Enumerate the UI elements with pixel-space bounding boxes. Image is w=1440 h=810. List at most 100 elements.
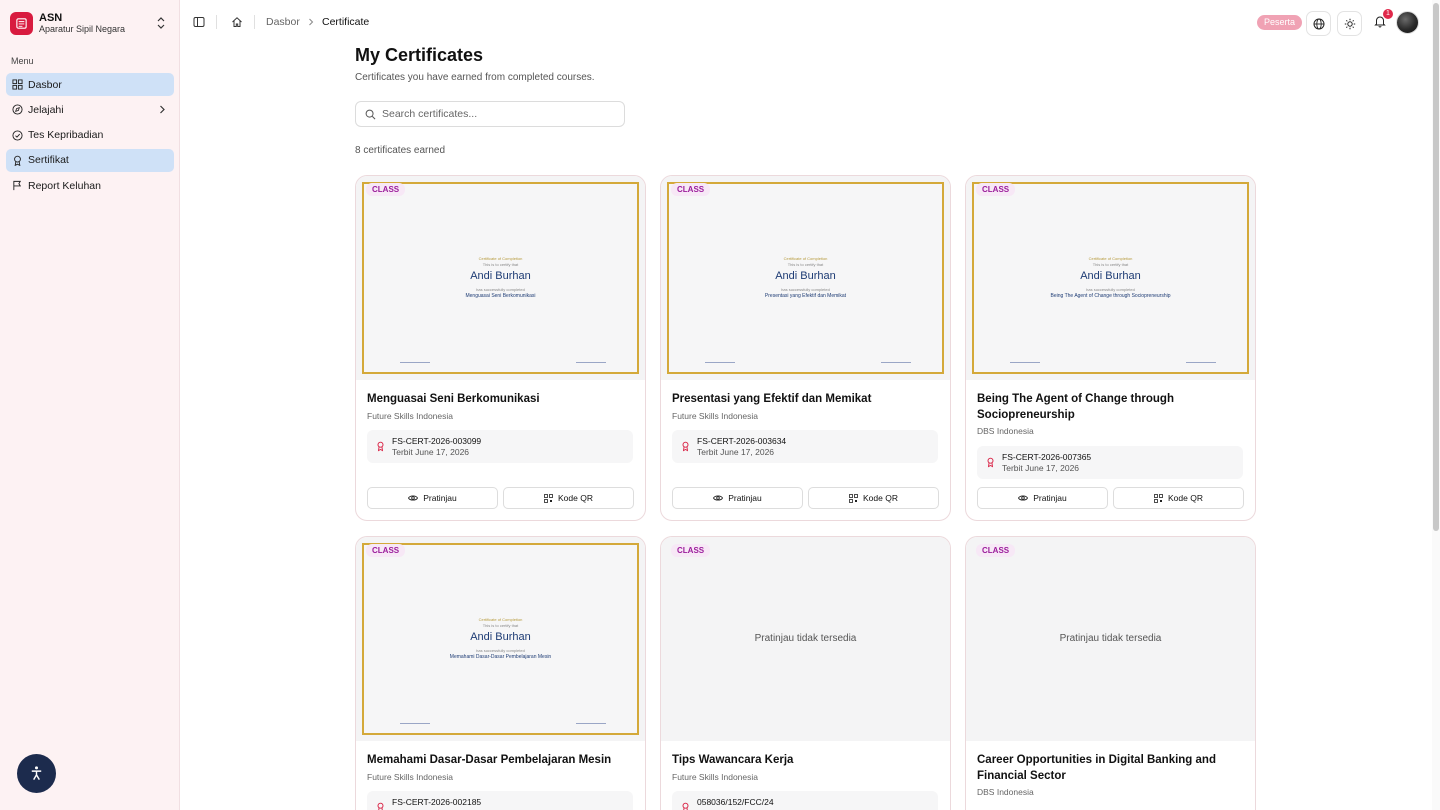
cert-course: Memahami Dasar-Dasar Pembelajaran Mesin [449,654,552,660]
search-box[interactable] [355,101,625,127]
brand-logo-icon [10,11,33,35]
sidebar: ASN Aparatur Sipil Negara Menu Dasbor Je… [0,0,180,810]
chevron-right-icon [160,105,165,114]
sidebar-item-tes-kepribadian[interactable]: Tes Kepribadian [6,124,174,147]
scrollbar-thumb[interactable] [1433,3,1439,531]
award-icon [377,802,384,810]
certificate-meta: FS-CERT-2026-002185 [367,791,633,810]
card-org: Future Skills Indonesia [367,410,453,421]
certificate-id: 058036/152/FCC/24 [697,797,774,807]
award-icon [682,802,689,810]
certificate-card: Certificate of Completion This is to cer… [355,536,646,810]
card-title: Career Opportunities in Digital Banking … [977,754,1216,782]
certificate-frame: Certificate of Completion This is to cer… [972,182,1249,374]
cert-course: Menguasai Seni Berkomunikasi [465,293,536,299]
home-icon[interactable] [231,16,243,28]
qr-code-button[interactable]: Kode QR [1113,487,1244,509]
certificate-preview[interactable]: Certificate of Completion This is to cer… [356,176,645,380]
sidebar-item-dasbor[interactable]: Dasbor [6,73,174,96]
certificate-frame: Certificate of Completion This is to cer… [667,182,944,374]
card-org: Future Skills Indonesia [672,410,758,421]
certificate-frame: Certificate of Completion This is to cer… [362,543,639,735]
accessibility-button[interactable] [17,754,56,793]
check-circle-icon [12,130,23,141]
sidebar-item-jelajahi[interactable]: Jelajahi [6,98,174,121]
card-title: Tips Wawancara Kerja [672,754,794,766]
certificate-card: Certificate of Completion This is to cer… [355,175,646,521]
certificate-issued: Terbit June 17, 2026 [392,447,470,457]
chevron-right-icon [309,18,314,26]
theme-toggle-button[interactable] [1337,11,1362,36]
eye-icon [1018,495,1029,501]
search-input[interactable] [382,108,602,120]
certificate-card: Pratinjau tidak tersedia CLASS Tips Wawa… [660,536,951,810]
certificate-issued: Terbit June 17, 2026 [1002,463,1080,473]
avatar[interactable] [1396,11,1419,34]
class-badge: CLASS [976,544,1016,557]
brand-title: ASN [39,11,63,24]
certificate-preview[interactable]: Certificate of Completion This is to cer… [356,537,645,741]
breadcrumb-home[interactable]: Dasbor [266,16,300,28]
certificate-count: 8 certificates earned [355,145,446,156]
certificate-card: Certificate of Completion This is to cer… [965,175,1256,521]
card-title: Presentasi yang Efektif dan Memikat [672,393,872,405]
award-icon [14,155,21,166]
certificate-meta: FS-CERT-2026-007365 Terbit June 17, 2026 [977,446,1243,479]
preview-button[interactable]: Pratinjau [672,487,803,509]
sidebar-nav: Dasbor Jelajahi Tes Kepribadian Sertifik… [6,73,174,199]
preview-button-label: Pratinjau [728,493,762,503]
card-org: Future Skills Indonesia [672,771,758,782]
award-icon [682,441,689,452]
flag-icon [13,181,22,191]
certificate-meta: 058036/152/FCC/24 [672,791,938,810]
divider [254,15,255,29]
certificate-id: FS-CERT-2026-003099 [392,436,482,446]
certificate-frame: Certificate of Completion This is to cer… [362,182,639,374]
cert-completed: has successfully completed [781,287,830,292]
certificate-preview: Pratinjau tidak tersedia CLASS [661,537,950,741]
class-badge: CLASS [366,183,406,196]
preview-button[interactable]: Pratinjau [367,487,498,509]
language-button[interactable] [1306,11,1331,36]
certificate-meta: FS-CERT-2026-003634 Terbit June 17, 2026 [672,430,938,463]
cert-course: Presentasi yang Efektif dan Memikat [764,293,847,299]
sidebar-item-report-keluhan[interactable]: Report Keluhan [6,174,174,197]
certificate-id: FS-CERT-2026-003634 [697,436,787,446]
card-org: DBS Indonesia [977,426,1034,436]
certificate-id: FS-CERT-2026-007365 [1002,452,1092,462]
qr-code-button[interactable]: Kode QR [808,487,939,509]
cert-recipient: Andi Burhan [470,270,531,282]
certificate-preview[interactable]: Certificate of Completion This is to cer… [661,176,950,380]
page-subtitle: Certificates you have earned from comple… [355,72,595,83]
class-badge: CLASS [366,544,406,557]
qr-button-label: Kode QR [1168,493,1203,503]
brand-switcher[interactable]: ASN Aparatur Sipil Negara [10,10,170,36]
qr-code-icon [849,493,858,503]
certificate-preview[interactable]: Certificate of Completion This is to cer… [966,176,1255,380]
notification-count: 1 [1383,9,1393,19]
certificate-issued: Terbit June 17, 2026 [697,447,775,457]
page-title: My Certificates [355,45,484,65]
sidebar-item-sertifikat[interactable]: Sertifikat [6,148,174,172]
globe-icon [1313,18,1324,29]
certificate-card: Pratinjau tidak tersedia CLASS Career Op… [965,536,1256,810]
cert-presented: This is to certify that [1092,262,1129,267]
accessibility-icon [31,766,42,781]
preview-button[interactable]: Pratinjau [977,487,1108,509]
cert-presented: This is to certify that [787,262,824,267]
no-preview-text: Pratinjau tidak tersedia [754,633,857,644]
cert-completed: has successfully completed [1086,287,1135,292]
sidebar-item-label: Jelajahi [28,103,64,116]
breadcrumb-current: Certificate [322,16,370,28]
certificate-preview: Pratinjau tidak tersedia CLASS [966,537,1255,741]
qr-code-button[interactable]: Kode QR [503,487,634,509]
certificate-id: FS-CERT-2026-002185 [392,797,482,807]
eye-icon [713,495,724,501]
topbar: Dasbor Certificate Peserta 1 [181,0,1431,45]
cert-course: Being The Agent of Change through Sociop… [1050,293,1171,299]
search-icon [365,109,376,119]
cert-recipient: Andi Burhan [470,631,531,643]
class-badge: CLASS [671,183,711,196]
sidebar-item-label: Sertifikat [28,154,69,167]
sidebar-toggle-icon[interactable] [193,16,205,28]
